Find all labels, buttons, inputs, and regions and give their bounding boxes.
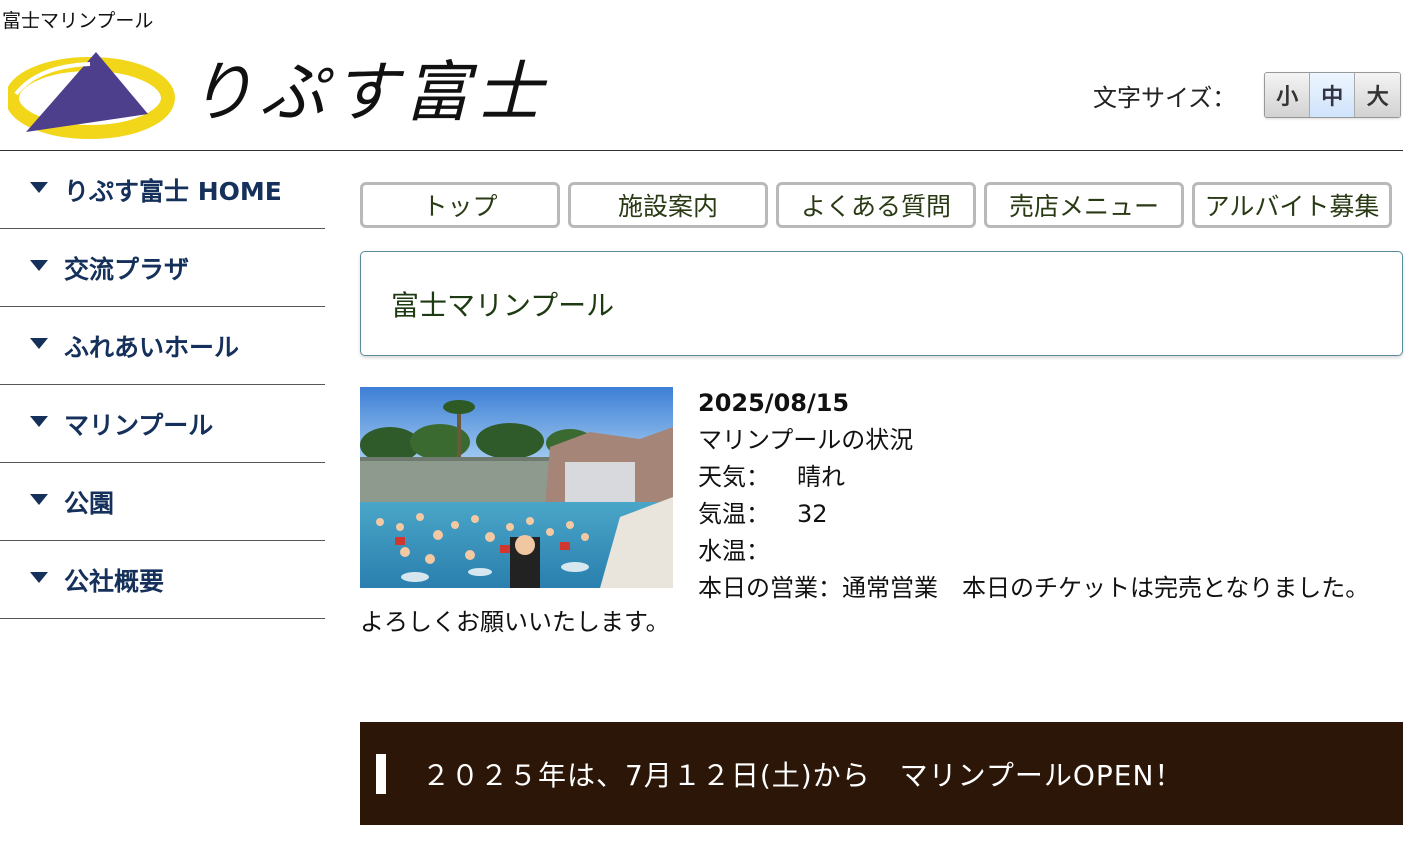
page-title-small: 富士マリンプール — [2, 10, 154, 32]
report-heading: マリンプールの状況 — [698, 426, 914, 454]
section-title-box: 富士マリンプール — [360, 251, 1403, 356]
report-date: 2025/08/15 — [698, 389, 850, 417]
pool-photo-image — [360, 387, 673, 588]
air-temp-label: 気温： — [698, 500, 770, 528]
sidebar-item-label: ふれあいホール — [64, 332, 240, 362]
triangle-down-icon — [30, 182, 48, 193]
font-size-large-button[interactable]: 大 — [1355, 73, 1401, 117]
water-temp-label: 水温： — [698, 537, 770, 565]
top-nav: トップ 施設案内 よくある質問 売店メニュー アルバイト募集 — [360, 182, 1392, 228]
water-temp-row: 水温： — [698, 533, 1403, 570]
nav-faq-button[interactable]: よくある質問 — [776, 182, 976, 228]
sidebar-item-park[interactable]: 公園 — [0, 463, 325, 541]
air-temp-value: 32 — [797, 500, 828, 528]
font-size-medium-button[interactable]: 中 — [1310, 73, 1356, 117]
pool-photo — [360, 387, 673, 588]
sidebar-item-home[interactable]: りぷす富士 HOME — [0, 151, 325, 229]
triangle-down-icon — [30, 572, 48, 583]
banner-accent-bar — [376, 753, 386, 794]
business-status: 本日の営業：通常営業 本日のチケットは完売となりました。 — [698, 574, 1370, 602]
nav-top-button[interactable]: トップ — [360, 182, 560, 228]
nav-part-time-jobs-button[interactable]: アルバイト募集 — [1192, 182, 1392, 228]
sidebar-item-label: 交流プラザ — [64, 254, 190, 284]
triangle-down-icon — [30, 494, 48, 505]
font-size-button-group: 小 中 大 — [1264, 72, 1402, 118]
sidebar-item-marine-pool[interactable]: マリンプール — [0, 385, 325, 463]
sidebar-item-plaza[interactable]: 交流プラザ — [0, 229, 325, 307]
opening-banner: ２０２５年は、7月１２日(土)から マリンプールOPEN！ — [360, 722, 1403, 825]
pool-status-report: 2025/08/15 マリンプールの状況 天気： 晴れ 気温： 32 水温： 本日の… — [698, 385, 1403, 607]
nav-shop-menu-button[interactable]: 売店メニュー — [984, 182, 1184, 228]
weather-label: 天気： — [698, 463, 770, 491]
logo-mark-icon — [8, 52, 175, 139]
weather-value: 晴れ — [797, 463, 845, 491]
sidebar-item-label: マリンプール — [64, 410, 214, 440]
sidebar-nav: りぷす富士 HOME 交流プラザ ふれあいホール マリンプール 公園 公社概要 — [0, 151, 325, 619]
section-title: 富士マリンプール — [391, 288, 615, 322]
sidebar-item-label: 公園 — [64, 488, 115, 518]
banner-text: ２０２５年は、7月１２日(土)から マリンプールOPEN！ — [422, 758, 1184, 792]
sidebar-item-hall[interactable]: ふれあいホール — [0, 307, 325, 385]
font-size-control: 文字サイズ： 小 中 大 — [1093, 72, 1402, 118]
report-closing: よろしくお願いいたします。 — [360, 608, 670, 636]
sidebar-item-label: りぷす富士 HOME — [64, 176, 282, 206]
sidebar-item-about[interactable]: 公社概要 — [0, 541, 325, 619]
weather-row: 天気： 晴れ — [698, 459, 1403, 496]
font-size-label: 文字サイズ： — [1093, 83, 1237, 112]
logo-wordmark: りぷす富士 — [188, 54, 548, 131]
triangle-down-icon — [30, 338, 48, 349]
triangle-down-icon — [30, 260, 48, 271]
font-size-small-button[interactable]: 小 — [1265, 73, 1311, 117]
nav-facilities-button[interactable]: 施設案内 — [568, 182, 768, 228]
air-temp-row: 気温： 32 — [698, 496, 1403, 533]
site-logo[interactable]: りぷす富士 — [8, 44, 542, 144]
triangle-down-icon — [30, 416, 48, 427]
sidebar-item-label: 公社概要 — [64, 566, 165, 596]
